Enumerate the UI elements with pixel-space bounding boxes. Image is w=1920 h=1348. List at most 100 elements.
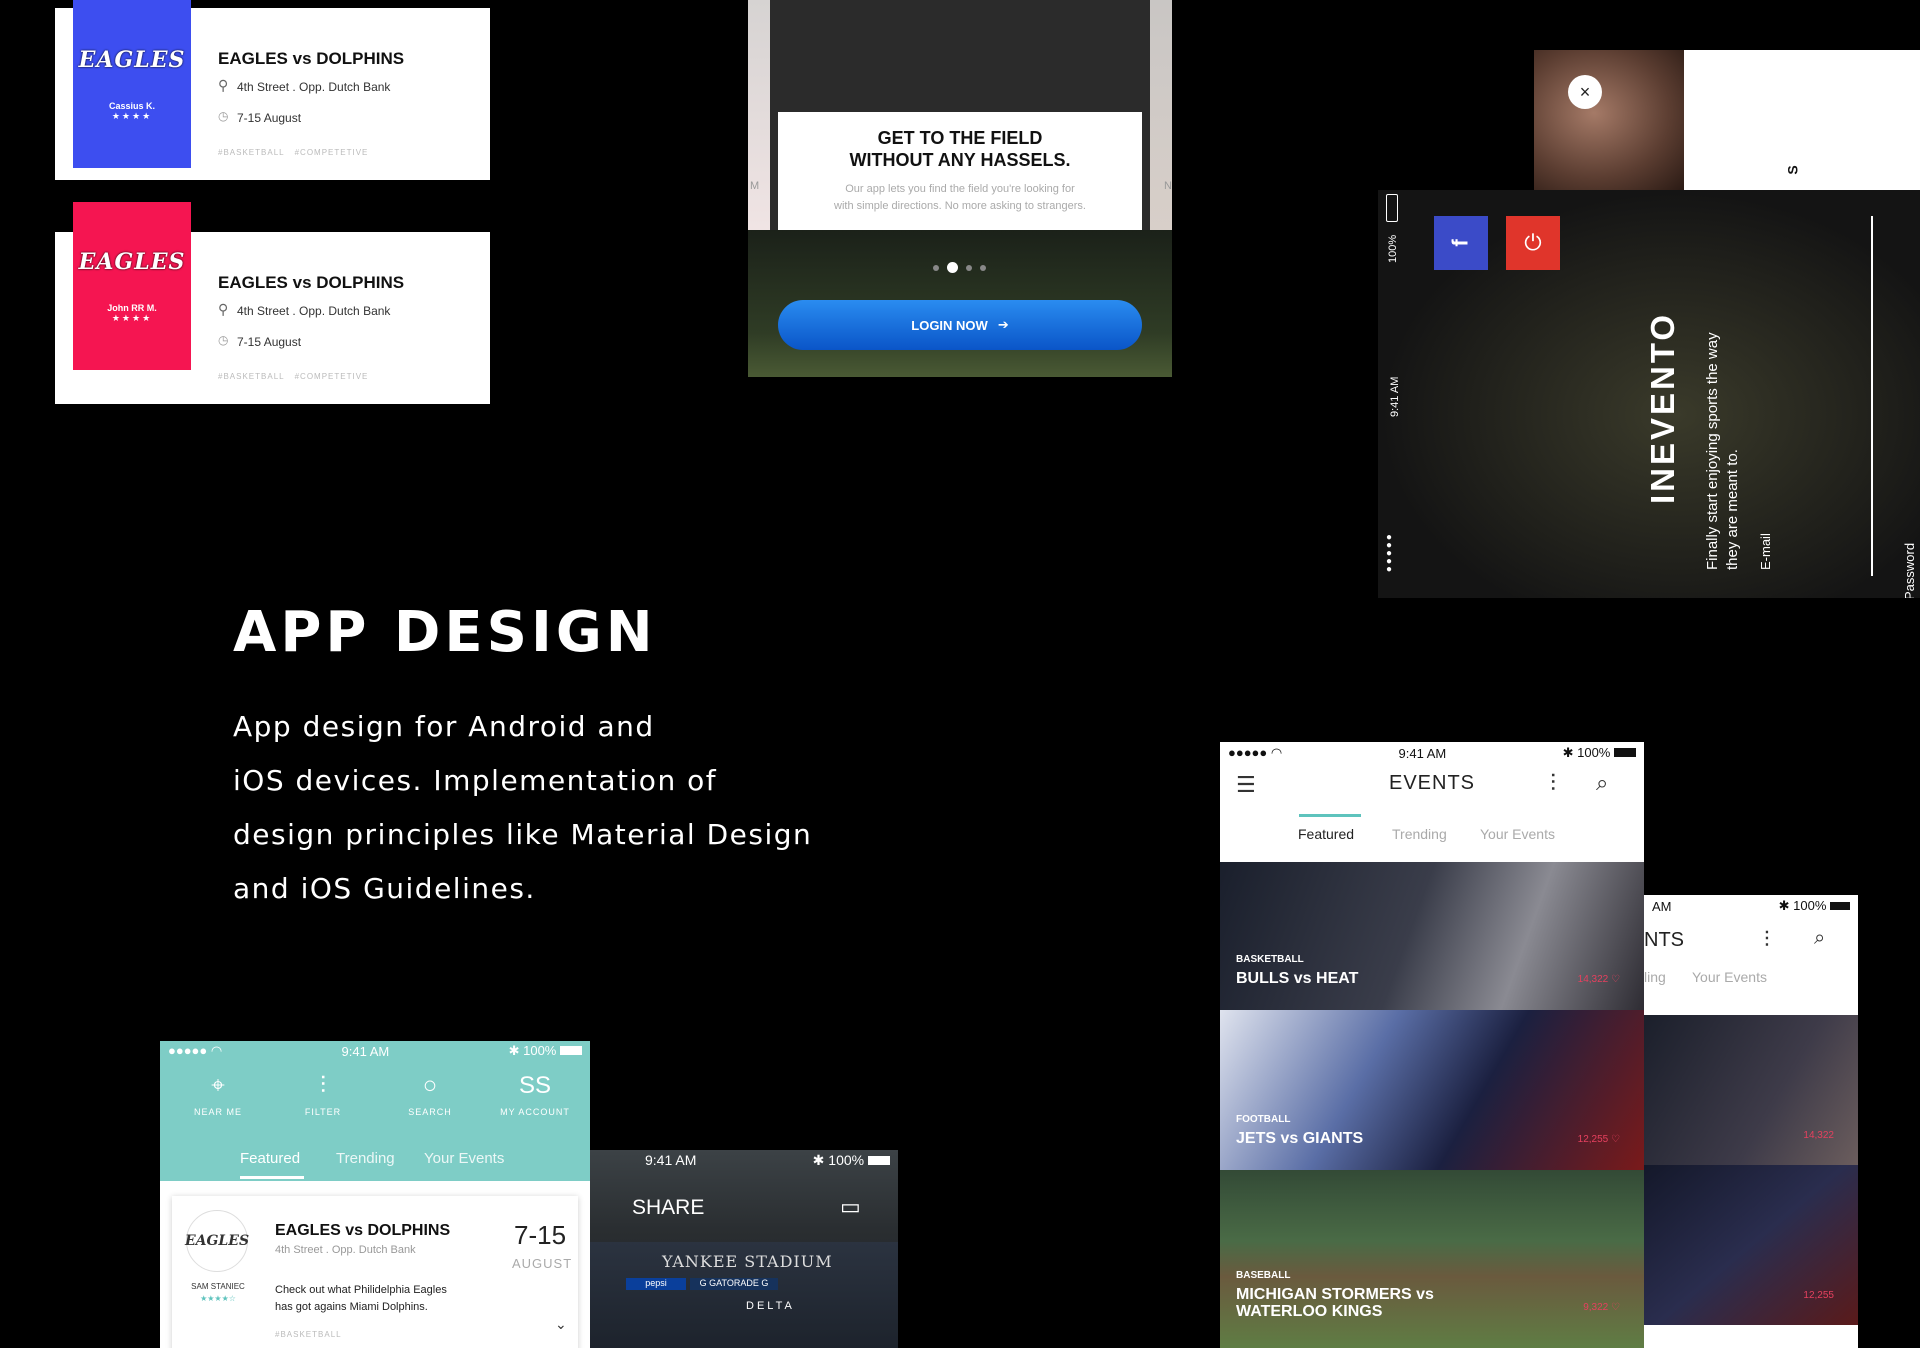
event-name-line: MICHIGAN STORMERS vs [1236, 1286, 1434, 1303]
page-dot[interactable] [933, 265, 939, 271]
next-card-peek[interactable]: N [1150, 0, 1172, 230]
title-line: WITHOUT ANY HASSELS. [849, 150, 1071, 170]
active-tab-indicator [1299, 814, 1361, 817]
nav-near-me[interactable]: ⌖ NEAR ME [178, 1071, 258, 1117]
tab-bar: Featured Trending Your Events [1220, 814, 1644, 862]
password-field-label[interactable]: Password [1902, 543, 1917, 598]
event-category: BASKETBALL [1236, 954, 1304, 965]
bluetooth-icon: ✱ [812, 1151, 825, 1168]
onboarding-subtitle: Our app lets you find the field you're l… [778, 181, 1142, 215]
page-indicator[interactable] [933, 258, 994, 276]
page-title: EVENTS [1388, 772, 1476, 794]
description-line: iOS devices. Implementation of [233, 764, 718, 797]
facebook-icon: f [1447, 239, 1473, 247]
event-name: BULLS vs HEAT [1236, 970, 1359, 987]
tag[interactable]: #BASKETBALL [218, 148, 285, 157]
chevron-down-icon[interactable]: ⌄ [555, 1316, 567, 1333]
tab-trending[interactable]: Trending [1392, 826, 1447, 842]
event-card[interactable]: EAGLES John RR M. ★★★★ EAGLES vs DOLPHIN… [55, 202, 490, 404]
tag[interactable]: #COMPETETIVE [295, 372, 369, 381]
page-dot[interactable] [966, 265, 972, 271]
event-name-line: WATERLOO KINGS [1236, 1303, 1383, 1320]
filter-icon: ⫶ [320, 1072, 326, 1099]
tab-featured[interactable]: Featured [240, 1150, 300, 1167]
team-logo: EAGLES [78, 248, 186, 275]
login-screen: 100% 9:41 AM ● ● ● ● ● f ⏻ INEVENTO Finally … [1378, 190, 1920, 598]
tab-your-events[interactable]: Your Events [424, 1150, 504, 1167]
event-category: BASEBALL [1236, 1270, 1291, 1281]
event-date: 7-15 August [237, 111, 302, 125]
nav-label: FILTER [304, 1107, 342, 1117]
like-count-value: 14,322 [1577, 974, 1609, 985]
page-dot-active[interactable] [947, 262, 958, 273]
tab-trending[interactable]: Trending [336, 1150, 395, 1167]
nav-label: MY ACCOUNT [500, 1107, 570, 1117]
description-line: has got agains Miami Dolphins. [275, 1301, 428, 1313]
event-tags: #BASKETBALL #COMPETETIVE [218, 148, 378, 157]
like-count: 12,255 [1803, 1290, 1834, 1301]
tag[interactable]: #COMPETETIVE [295, 148, 369, 157]
like-count: 14,322 [1803, 1130, 1834, 1141]
user-name: John RR M. [107, 302, 157, 313]
tab-your-events[interactable]: Your Events [1692, 969, 1767, 985]
filter-icon[interactable]: ⫶ [1764, 927, 1770, 953]
close-button[interactable]: × [1568, 75, 1602, 109]
event-location: 4th Street . Opp. Dutch Bank [237, 80, 391, 94]
tag[interactable]: #BASKETBALL [218, 372, 285, 381]
nav-label: NEAR ME [193, 1107, 242, 1117]
filter-icon[interactable]: ⫶ [1550, 770, 1556, 798]
ad-sign: DELTA [746, 1300, 795, 1312]
section-title: APP DESIGN [233, 600, 657, 665]
event-card[interactable]: EAGLES SAM STANIEC ★★★★☆ EAGLES vs DOLPH… [172, 1196, 578, 1348]
rating-stars: ★★★★ [111, 312, 153, 323]
battery-icon [1830, 902, 1850, 910]
status-bar: 100% 9:41 AM ● ● ● ● ● [1384, 190, 1408, 598]
page-dot[interactable] [980, 265, 986, 271]
bluetooth-icon: ✱ [508, 1043, 520, 1058]
battery-level: 100% [828, 1151, 865, 1168]
status-bar: ●●●●● ◠ 9:41 AM ✱ 100% [1220, 742, 1644, 764]
tab-featured[interactable]: Featured [1298, 826, 1354, 842]
status-bar: 9:41 AM ✱ 100% [590, 1150, 898, 1170]
title-line: GET TO THE FIELD [877, 128, 1043, 148]
heart-icon[interactable]: ♡ [1611, 974, 1620, 985]
event-date-month: AUGUST [512, 1256, 573, 1271]
prev-card-peek[interactable]: M [748, 0, 770, 230]
event-description: Check out what Philidelphia Eagles has go… [275, 1282, 447, 1316]
description-line: App design for Android and [233, 710, 655, 743]
side-letter: N [1164, 180, 1172, 192]
email-field-label[interactable]: E-mail [1758, 533, 1773, 570]
facebook-login-button[interactable]: f [1434, 216, 1488, 270]
event-date-number: 7-15 [514, 1220, 567, 1250]
event-row[interactable]: BASKETBALL BULLS vs HEAT 14,322 ♡ [1220, 862, 1644, 1010]
event-row[interactable]: BASEBALL MICHIGAN STORMERS vs WATERLOO KI… [1220, 1170, 1644, 1348]
nav-my-account[interactable]: SS MY ACCOUNT [495, 1071, 575, 1117]
search-icon[interactable]: ⌕ [1596, 770, 1608, 796]
user-name: SAM STANIEC [191, 1282, 245, 1291]
description-line: Check out what Philidelphia Eagles [275, 1284, 447, 1296]
location-pin-icon: ⚲ [218, 77, 229, 93]
event-name: MICHIGAN STORMERS vs WATERLOO KINGS [1236, 1286, 1434, 1320]
tab-your-events[interactable]: Your Events [1480, 826, 1555, 842]
page-title: NTS [1644, 929, 1684, 951]
tagline-line: Finally start enjoying sports the way [1704, 332, 1721, 570]
login-now-button[interactable]: LOGIN NOW ➔ [778, 300, 1142, 350]
heart-icon[interactable]: ♡ [1611, 1134, 1620, 1145]
event-card[interactable]: EAGLES Cassius K. ★★★★ EAGLES vs DOLPHIN… [55, 0, 490, 180]
stadium-image: YANKEE STADIUM pepsi G GATORADE G DELTA [590, 1242, 898, 1348]
nav-search[interactable]: ○ SEARCH [390, 1071, 470, 1117]
heart-icon[interactable]: ♡ [1611, 1302, 1620, 1313]
search-icon[interactable]: ⌕ [1814, 927, 1825, 950]
power-button[interactable]: ⏻ [1506, 216, 1560, 270]
nav-filter[interactable]: ⫶ FILTER [283, 1071, 363, 1117]
location-pin-icon: ⌖ [211, 1072, 225, 1099]
event-row[interactable]: FOOTBALL JETS vs GIANTS 12,255 ♡ [1220, 1010, 1644, 1170]
tag[interactable]: #BASKETBALL [275, 1330, 342, 1339]
chat-icon[interactable]: ▭ [840, 1194, 861, 1220]
subtitle-line: with simple directions. No more asking t… [834, 200, 1086, 212]
status-time: 9:41 AM [1398, 745, 1447, 761]
rating-stars: ★★★★ [111, 110, 153, 121]
like-count: 12,255 ♡ [1578, 1134, 1620, 1145]
like-count: 9,322 ♡ [1583, 1302, 1620, 1313]
tab-trending[interactable]: ling [1644, 969, 1666, 985]
